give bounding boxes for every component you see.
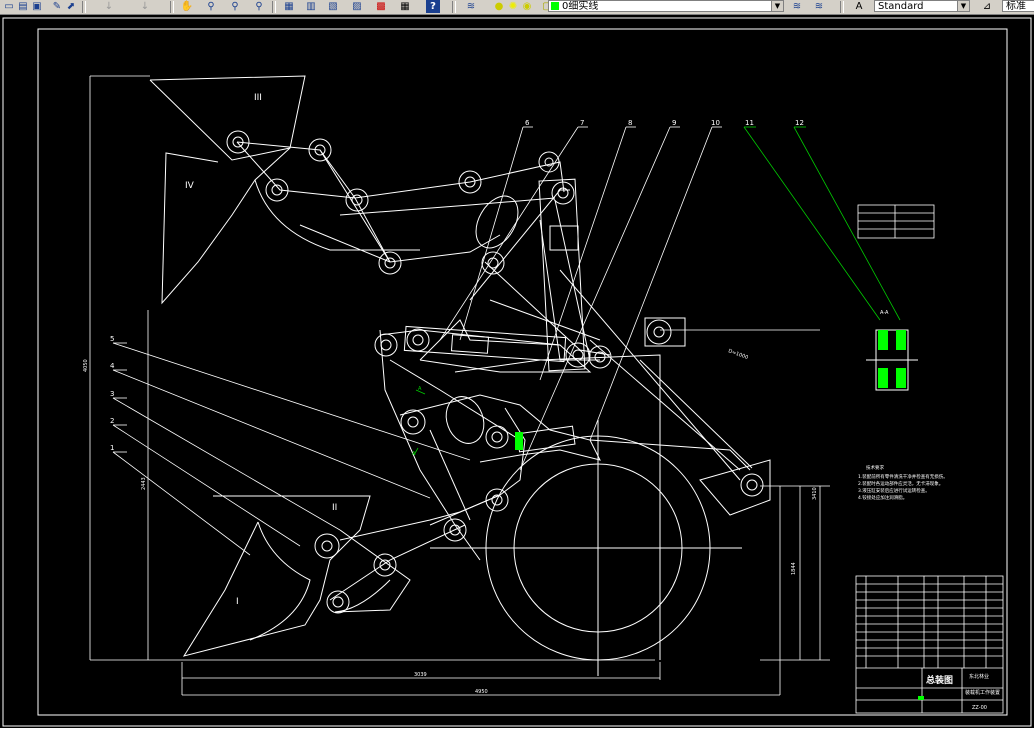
- part-number-9: 9: [672, 119, 676, 127]
- pan-icon[interactable]: ✋: [180, 0, 194, 13]
- part-number-10: 10: [711, 119, 720, 127]
- region-label-iv: IV: [185, 181, 195, 191]
- zoom-realtime-icon[interactable]: ⚲: [204, 0, 218, 13]
- part-number-4: 4: [110, 362, 115, 370]
- part-number-2: 2: [110, 417, 114, 425]
- text-style-dropdown[interactable]: Standard ▼: [874, 0, 970, 12]
- dim-3410: 3410: [812, 487, 818, 500]
- drawing-number: ZZ-00: [972, 705, 987, 711]
- calculator-icon[interactable]: ▦: [398, 0, 412, 13]
- properties-icon[interactable]: ▦: [282, 0, 296, 13]
- new-icon[interactable]: ▭: [2, 0, 16, 13]
- drawing-title: 总装图: [926, 674, 953, 686]
- lower-bucket: [182, 495, 391, 657]
- layer-manager-icon[interactable]: ≋: [464, 0, 478, 13]
- part-number-6: 6: [525, 119, 530, 127]
- text-style-value: Standard: [878, 1, 924, 12]
- open-icon[interactable]: ▤: [16, 0, 30, 13]
- save-icon[interactable]: ▣: [30, 0, 44, 13]
- sun-icon[interactable]: ✺: [506, 0, 520, 13]
- chevron-down-icon[interactable]: ▼: [957, 1, 969, 11]
- design-center-icon[interactable]: ▥: [304, 0, 318, 13]
- boom-linkage: [236, 141, 771, 660]
- project-name: 装载机工作装置: [965, 689, 1000, 696]
- markup-icon[interactable]: ▩: [374, 0, 388, 13]
- dim-style-icon[interactable]: ⊿: [980, 0, 994, 13]
- cad-drawing: III IV II I 1 2 3 4 5 6 7 8 9 10 11 12 3…: [2, 17, 1032, 727]
- technical-notes: 技术要求 1.装配前所有零件清洗干净并检查有无损伤。 2.装配时各运动部件应灵活…: [858, 464, 948, 501]
- green-leaders: [413, 126, 901, 456]
- match-icon[interactable]: ⬈: [64, 0, 78, 13]
- drawing-canvas[interactable]: III IV II I 1 2 3 4 5 6 7 8 9 10 11 12 3…: [0, 15, 1034, 728]
- tool-palette-icon[interactable]: ▧: [326, 0, 340, 13]
- region-label-iii: III: [254, 93, 262, 103]
- dim-style-value: 标准: [1006, 1, 1026, 12]
- note-line-4: 4.铰接处应加注润滑脂。: [858, 494, 907, 501]
- lock-icon[interactable]: ◉: [520, 0, 534, 13]
- part-number-11: 11: [745, 119, 754, 127]
- command-line[interactable]: [0, 728, 1034, 733]
- sheet-set-icon[interactable]: ▨: [350, 0, 364, 13]
- dim-d1000: D=1000: [727, 348, 749, 361]
- dim-2443: 2443: [141, 477, 147, 490]
- section-label: A-A: [880, 310, 889, 316]
- pencil-icon[interactable]: ✎: [50, 0, 64, 13]
- part-number-3: 3: [110, 390, 114, 398]
- zoom-window-icon[interactable]: ⚲: [228, 0, 242, 13]
- help-glyph: ?: [430, 1, 436, 12]
- dim-style-dropdown[interactable]: 标准: [1002, 0, 1034, 12]
- layer-previous-icon[interactable]: ≋: [790, 0, 804, 13]
- layer-dropdown[interactable]: 0细实线 ▼: [548, 0, 784, 12]
- section-view: [866, 329, 918, 391]
- dimension-lines: [89, 75, 830, 696]
- wheel: [430, 420, 742, 676]
- part-number-8: 8: [628, 119, 632, 127]
- part-number-12: 12: [795, 119, 804, 127]
- note-line-1: 1.装配前所有零件清洗干净并检查有无损伤。: [858, 473, 948, 480]
- layer-color-swatch: [551, 2, 559, 10]
- view-mark-a-upper: A: [418, 386, 422, 392]
- dim-3039: 3039: [414, 672, 427, 678]
- help-icon[interactable]: ?: [426, 0, 440, 13]
- redo-icon[interactable]: ↓: [138, 0, 152, 13]
- undo-icon[interactable]: ↓: [102, 0, 116, 13]
- region-label-i: I: [236, 597, 239, 607]
- part-number-5: 5: [110, 335, 114, 343]
- school-name: 东北林业: [969, 673, 989, 680]
- parts-mini-table: [857, 204, 935, 239]
- hydraulic-cylinders: [403, 178, 586, 453]
- region-label-ii: II: [332, 503, 337, 513]
- part-number-7: 7: [580, 119, 584, 127]
- notes-title: 技术要求: [866, 464, 884, 471]
- text-style-icon[interactable]: A: [852, 0, 866, 13]
- note-line-2: 2.装配时各运动部件应灵活，无卡滞现象。: [858, 480, 943, 487]
- part-number-1: 1: [110, 444, 114, 452]
- zoom-previous-icon[interactable]: ⚲: [252, 0, 266, 13]
- dim-4950: 4950: [475, 689, 488, 695]
- bulb-icon[interactable]: ●: [492, 0, 506, 13]
- dim-1844: 1844: [791, 562, 797, 575]
- section-hatch: [515, 330, 924, 700]
- view-mark-a-lower: A: [412, 451, 416, 457]
- note-line-3: 3.液压缸安装后应进行试运转检查。: [858, 487, 930, 494]
- cad-toolbar: ▭ ▤ ▣ ✎ ⬈ ↓ ↓ ✋ ⚲ ⚲ ⚲ ▦ ▥ ▧ ▨ ▩ ▦ ? ≋ ● …: [0, 0, 1034, 15]
- part-leaders: [112, 126, 722, 556]
- chevron-down-icon[interactable]: ▼: [771, 1, 783, 11]
- dim-4050: 4050: [83, 359, 89, 372]
- layer-state-icon[interactable]: ≋: [812, 0, 826, 13]
- layer-name: 0细实线: [562, 1, 599, 12]
